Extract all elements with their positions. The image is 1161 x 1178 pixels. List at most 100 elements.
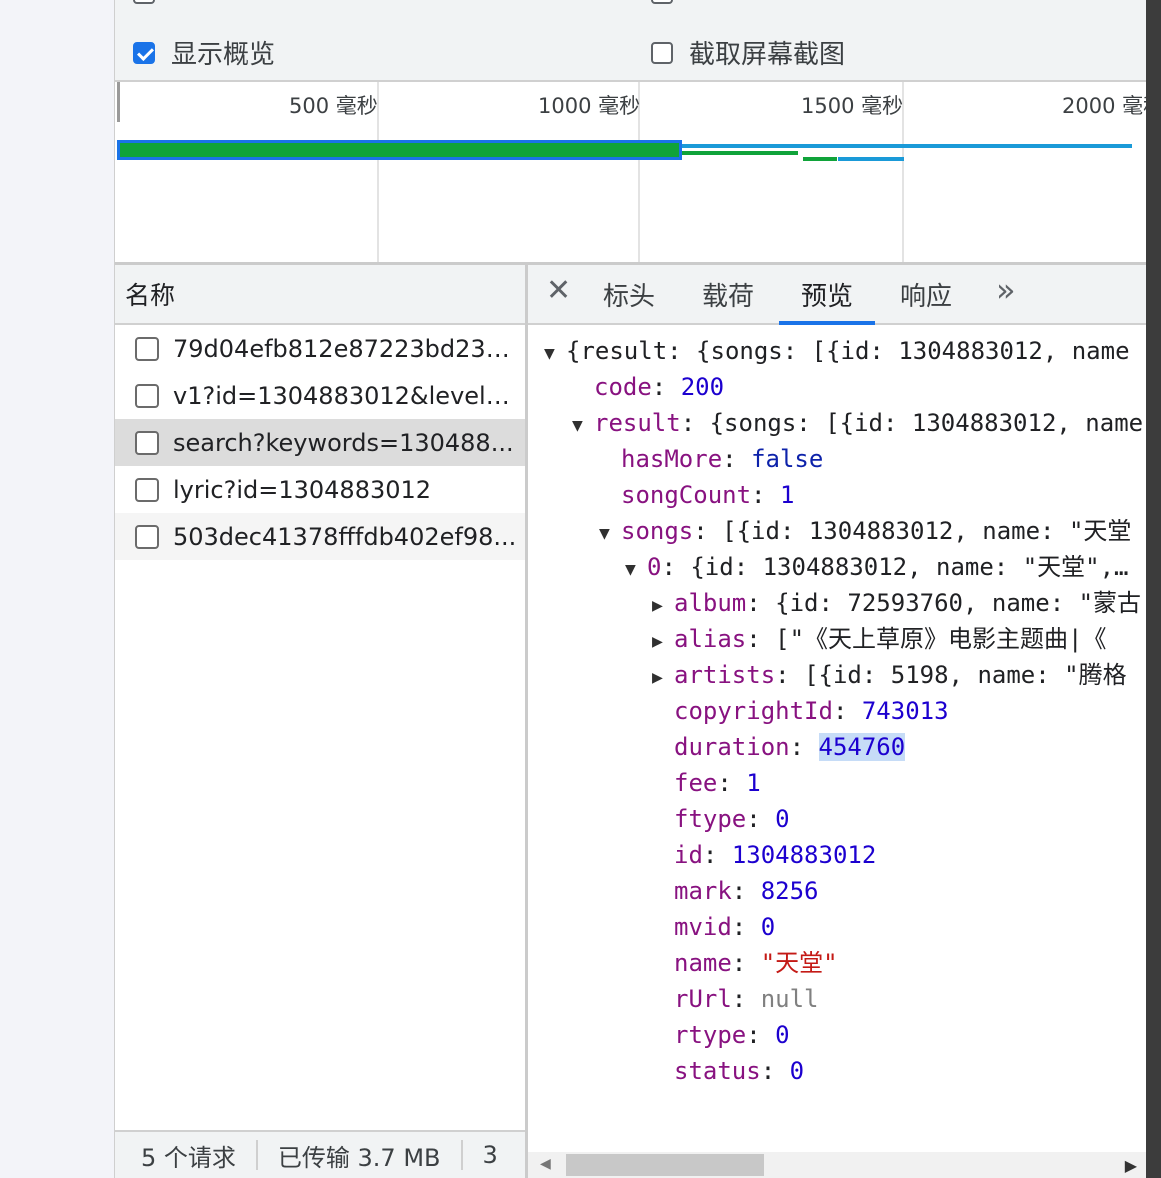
capture-screenshots-checkbox[interactable] [651,41,673,64]
key: status [674,1057,761,1085]
triangle-right-icon[interactable]: ▶ [652,624,674,660]
value: 0 [775,805,790,833]
tab-headers[interactable]: 标头 [603,265,655,323]
summary: {id: 1304883012, name: "天堂",… [690,553,1129,581]
name-column-header[interactable]: 名称 [115,265,525,325]
tree-node-rtype: rtype: 0 [674,1021,790,1049]
triangle-right-icon[interactable]: ▶ [652,660,674,696]
divider [255,1140,258,1170]
request-checkbox[interactable] [135,477,159,502]
tree-node-item-0[interactable]: ▼ 0: {id: 1304883012, name: "天堂",… [625,549,1129,585]
request-row[interactable]: lyric?id=1304883012 [115,466,525,513]
devtools-network-panel: 显示概览 截取屏幕截图 500 毫秒 1000 毫秒 1500 毫秒 2000 … [114,0,1147,1178]
request-checkbox[interactable] [135,383,159,408]
tree-node-duration: duration: 454760 [674,733,906,761]
request-checkbox[interactable] [135,430,159,455]
key: copyrightId [674,697,833,725]
request-row-selected[interactable]: search?keywords=130488... [115,419,525,466]
request-row[interactable]: 79d04efb812e87223bd236... [115,325,525,372]
tree-node-hasmore: hasMore: false [621,445,824,473]
summary: {songs: [{id: 1304883012, name [709,409,1144,437]
transferred-size: 已传输 3.7 MB [277,1143,441,1172]
tree-node-name: name: "天堂" [674,949,838,977]
timeline-bar [682,144,1132,148]
tree-node-copyrightid: copyrightId: 743013 [674,697,949,725]
checkbox[interactable] [133,0,155,4]
capture-screenshots-option[interactable]: 截取屏幕截图 [651,34,845,71]
key: songCount [621,481,752,509]
tree-node-rurl: rUrl: null [674,985,819,1013]
tree-node-artists[interactable]: ▶ artists: [{id: 5198, name: "腾格 [652,657,1127,693]
window-right-edge [1146,0,1161,1178]
request-row[interactable]: 503dec41378fffdb402ef98... [115,513,525,560]
value: 743013 [861,697,949,725]
timeline-bar-selected [117,140,682,160]
request-name: search?keywords=130488... [173,428,514,457]
summary: [{id: 1304883012, name: "天堂 [722,517,1132,545]
key: result [594,409,681,437]
checkbox[interactable] [651,0,673,4]
option-partial-top-right[interactable] [651,0,689,4]
key: mvid [674,913,732,941]
key: rUrl [674,985,732,1013]
detail-tabs: ✕ 标头 载荷 预览 响应 » [528,265,1147,325]
option-partial-top-left[interactable] [133,0,171,4]
tree-node-album[interactable]: ▶ album: {id: 72593760, name: "蒙古 [652,585,1141,621]
root-summary: {result: {songs: [{id: 1304883012, name [566,337,1130,365]
overview-timeline[interactable]: 500 毫秒 1000 毫秒 1500 毫秒 2000 毫秒 [115,82,1147,265]
triangle-down-icon[interactable]: ▼ [544,336,566,372]
timeline-left-handle[interactable] [117,82,120,122]
value-highlighted[interactable]: 454760 [818,733,906,761]
triangle-down-icon[interactable]: ▼ [625,552,647,588]
horizontal-scrollbar[interactable]: ◀ ▶ [528,1152,1147,1178]
left-gutter [0,0,114,1178]
key: album [674,589,747,617]
summary: [{id: 5198, name: "腾格 [804,661,1127,689]
timeline-tick-label: 500 毫秒 [289,94,378,118]
scroll-right-icon[interactable]: ▶ [1125,1156,1137,1175]
summary: ["《天上草原》电影主题曲|《 [775,625,1107,653]
network-options-bar: 显示概览 截取屏幕截图 [115,0,1147,82]
key: duration [674,733,790,761]
triangle-down-icon[interactable]: ▼ [572,408,594,444]
more-tabs-icon[interactable]: » [996,271,1016,309]
tree-node-result[interactable]: ▼ result: {songs: [{id: 1304883012, name [572,405,1143,441]
close-icon[interactable]: ✕ [546,273,571,308]
timeline-bar [682,151,798,155]
key: 0 [647,553,662,581]
tree-node-fee: fee: 1 [674,769,761,797]
show-overview-checkbox[interactable] [133,41,155,64]
tab-preview[interactable]: 预览 [778,265,876,325]
request-checkbox[interactable] [135,336,159,361]
tree-node-songcount: songCount: 1 [621,481,795,509]
capture-screenshots-label: 截取屏幕截图 [689,40,846,70]
value: 200 [680,373,725,401]
value: 0 [775,1021,790,1049]
request-checkbox[interactable] [135,524,159,549]
triangle-right-icon[interactable]: ▶ [652,588,674,624]
status-extra: 3 [482,1141,498,1169]
tree-node-mark: mark: 8256 [674,877,819,905]
request-row[interactable]: v1?id=1304883012&level=... [115,372,525,419]
json-preview-tree: ▼ {result: {songs: [{id: 1304883012, name… [528,325,1147,1140]
show-overview-option[interactable]: 显示概览 [133,34,275,71]
value: "天堂" [760,949,838,977]
tree-node-alias[interactable]: ▶ alias: ["《天上草原》电影主题曲|《 [652,621,1107,657]
scroll-left-icon[interactable]: ◀ [540,1156,551,1172]
value: 1304883012 [731,841,877,869]
key: code [594,373,652,401]
timeline-tick-label: 1000 毫秒 [538,94,641,118]
tree-node-songs[interactable]: ▼ songs: [{id: 1304883012, name: "天堂 [599,513,1131,549]
key: ftype [674,805,747,833]
scrollbar-thumb[interactable] [566,1154,764,1176]
tree-node-code: code: 200 [594,373,725,401]
tab-payload[interactable]: 载荷 [702,265,754,323]
tree-node-id: id: 1304883012 [674,841,877,869]
key: hasMore [621,445,723,473]
triangle-down-icon[interactable]: ▼ [599,516,621,552]
tab-response[interactable]: 响应 [900,265,952,323]
timeline-tick-label: 2000 毫秒 [1062,94,1147,118]
request-list-panel: 名称 79d04efb812e87223bd236... v1?id=13048… [115,265,528,1178]
tree-node-root[interactable]: ▼ {result: {songs: [{id: 1304883012, name [544,333,1130,369]
value: false [751,445,824,473]
